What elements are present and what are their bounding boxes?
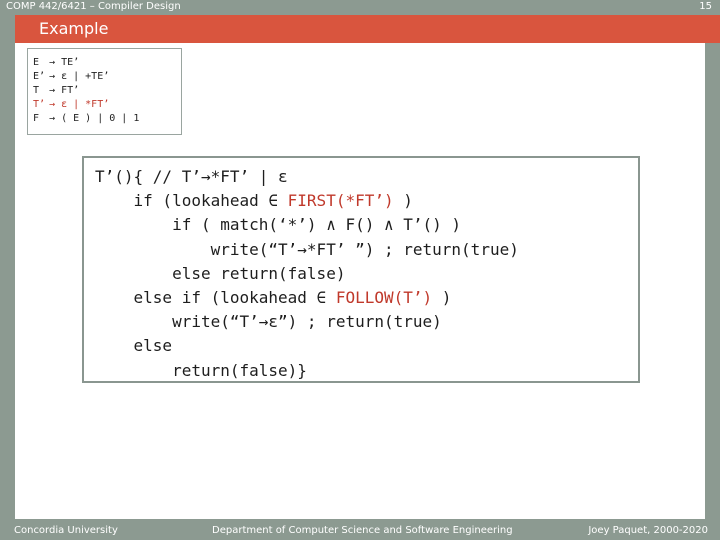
grammar-rhs: ( E ) | 0 | 1 (61, 113, 140, 124)
code-line: if ( match(‘*’) ∧ F() ∧ T’() ) (95, 213, 519, 237)
grammar-lhs: E (33, 57, 40, 68)
grammar-arrow: → (49, 99, 56, 110)
code-line: write(“T’→*FT’ ”) ; return(true) (95, 238, 519, 262)
code-box: T’(){ // T’→*FT’ | ε if (lookahead ∈ FIR… (82, 156, 640, 383)
code-listing: T’(){ // T’→*FT’ | ε if (lookahead ∈ FIR… (95, 165, 519, 383)
page-number: 15 (699, 1, 712, 12)
grammar-box: E → TE’ E’ → ε | +TE’ T → FT’ T’ → ε | *FT’ F →( E ) … (27, 48, 182, 135)
grammar-lhs: T’ (33, 99, 46, 110)
code-text: →*FT’ | ε (200, 167, 288, 186)
title-bar: Example (15, 15, 720, 43)
code-text: write(“T’→ε”) ; return(true) (95, 312, 442, 332)
code-line: else if (lookahead ∈ FOLLOW(T’) ) (95, 286, 519, 310)
code-text: if (lookahead ∈ (95, 191, 288, 211)
grammar-lhs: T (33, 85, 40, 96)
course-title: COMP 442/6421 – Compiler Design (6, 1, 181, 12)
code-text: else if (lookahead ∈ (95, 288, 336, 308)
code-text: write(“T’→*FT’ ”) ; return(true) (95, 239, 519, 259)
slide-body: E → TE’ E’ → ε | +TE’ T → FT’ T’ → ε | *FT’ F →( E ) … (15, 43, 705, 519)
grammar-rhs: ε | *FT’ (61, 99, 110, 110)
code-text: ) (432, 288, 452, 308)
grammar-rule: F → ( E ) | 0 | 1 (33, 112, 139, 126)
grammar-rule: E → TE’ (33, 56, 139, 70)
grammar-lhs: F (33, 113, 40, 124)
footer-university: Concordia University (14, 525, 118, 536)
grammar-arrow: → (49, 85, 56, 96)
footer-department: Department of Computer Science and Softw… (212, 525, 513, 536)
code-line: else return(false) (95, 262, 519, 286)
grammar-table: E → TE’ E’ → ε | +TE’ T → FT’ T’ → ε | *FT’ F →( E ) … (33, 56, 139, 126)
code-text: else return(false) (95, 263, 346, 283)
top-bar: COMP 442/6421 – Compiler Design 15 (0, 0, 720, 15)
footer-author: Joey Paquet, 2000-2020 (588, 525, 708, 536)
footer: Concordia University Department of Compu… (0, 519, 720, 540)
grammar-lhs: E’ (33, 71, 46, 82)
grammar-arrow: → (49, 71, 56, 82)
code-text: T’(){ // T’ (95, 167, 201, 186)
code-highlight: FOLLOW(T’) (335, 288, 433, 308)
grammar-arrow: → (49, 113, 56, 124)
code-line: if (lookahead ∈ FIRST(*FT’) ) (95, 189, 519, 213)
grammar-rule: T → FT’ (33, 84, 139, 98)
code-text: if ( match(‘*’) ∧ F() ∧ T’() ) (95, 215, 462, 235)
code-line: return(false)} (95, 359, 519, 383)
code-line: T’(){ // T’→*FT’ | ε (95, 165, 519, 189)
code-line: write(“T’→ε”) ; return(true) (95, 310, 519, 334)
grammar-rhs: ε | +TE’ (61, 71, 110, 82)
code-highlight: FIRST(*FT’) (287, 191, 394, 211)
code-text: ) (393, 191, 413, 211)
grammar-rhs: FT’ (61, 85, 80, 96)
slide-title: Example (39, 19, 109, 38)
code-line: else (95, 334, 519, 358)
grammar-arrow: → (49, 57, 56, 68)
code-text: else (95, 336, 173, 356)
grammar-rhs: TE’ (61, 57, 80, 68)
grammar-rule: T’ → ε | *FT’ (33, 98, 139, 112)
grammar-rule: E’ → ε | +TE’ (33, 70, 139, 84)
code-text: return(false)} (95, 360, 307, 380)
